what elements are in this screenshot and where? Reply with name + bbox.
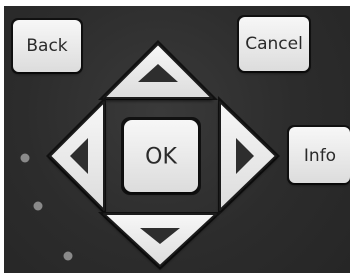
right-button[interactable]: [218, 96, 280, 216]
keypad: Back Cancel OK Info: [11, 15, 350, 270]
status-led: [20, 153, 30, 163]
up-button[interactable]: [98, 40, 218, 100]
down-button[interactable]: [98, 212, 222, 270]
ok-button[interactable]: OK: [121, 117, 201, 195]
info-button[interactable]: Info: [287, 125, 350, 185]
status-led: [63, 251, 73, 261]
back-button[interactable]: Back: [11, 18, 83, 74]
cancel-button[interactable]: Cancel: [237, 15, 311, 73]
status-led: [33, 201, 43, 211]
left-button[interactable]: [46, 96, 106, 216]
cancel-label: Cancel: [245, 34, 303, 54]
back-label: Back: [26, 36, 67, 56]
ok-label: OK: [145, 145, 177, 170]
info-label: Info: [304, 146, 336, 166]
